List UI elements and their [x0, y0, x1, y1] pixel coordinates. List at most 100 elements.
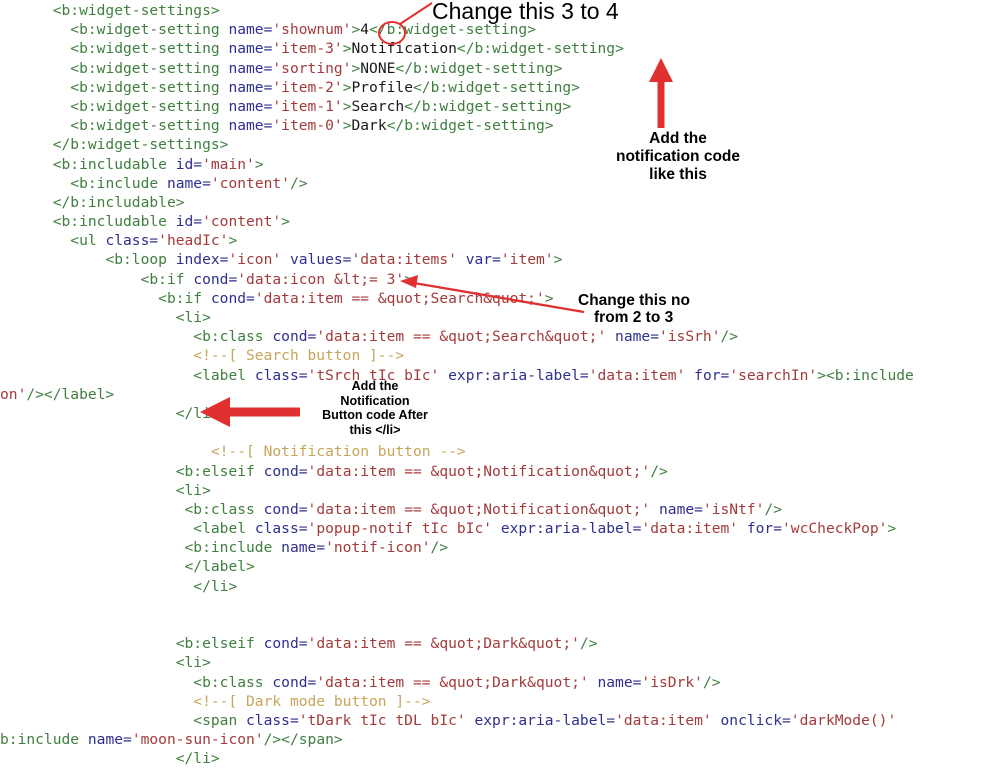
code-token-tag: /> — [764, 500, 783, 518]
code-token-tag: > — [281, 213, 290, 231]
code-token-attr: class= — [254, 520, 308, 538]
code-token-tag: <b:class — [193, 328, 273, 346]
code-line: <b:elseif cond='data:item == &quot;Notif… — [0, 462, 988, 481]
code-line: <b:widget-setting name='item-2'>Profile<… — [0, 78, 988, 97]
code-token-txt: 4 — [360, 21, 370, 39]
code-token-attr: name= — [228, 40, 273, 58]
code-token-attr: name= — [166, 174, 211, 192]
code-line: <li> — [0, 481, 988, 500]
code-token-tag: > — [254, 155, 264, 173]
code-token-val: 'item-1' — [272, 97, 343, 115]
code-token-attr: name= — [615, 328, 659, 346]
code-token-txt: Search — [351, 97, 405, 115]
code-token-attr: name= — [228, 117, 273, 135]
code-line: <b:class cond='data:item == &quot;Dark&q… — [0, 673, 988, 692]
code-token-tag: <b:widget-setting — [70, 97, 229, 115]
code-token-attr: cond= — [263, 500, 308, 518]
code-token-val: 'item-0' — [272, 117, 343, 135]
code-token-val: 'data:icon &lt;= 3' — [237, 270, 405, 288]
code-line: <b:includable id='main'> — [0, 155, 988, 174]
code-line: <!--[ Notification button --> — [0, 442, 988, 461]
code-token-attr: for= — [694, 366, 730, 384]
code-token-val: 'searchIn' — [729, 366, 818, 384]
code-token-val: 'tSrch tIc bIc' — [307, 366, 449, 384]
code-token-tag: > — [228, 232, 238, 250]
code-token-tag: <b:elseif — [175, 635, 264, 653]
code-token-tag: /> — [430, 539, 449, 557]
code-token-tag: > — [351, 59, 361, 77]
code-token-tag: <b:class — [175, 500, 264, 518]
code-token-tag: <span — [193, 711, 247, 729]
code-token-val: 'isSrh' — [658, 328, 721, 346]
code-token-tag: </b:widget-setting> — [456, 40, 624, 58]
code-line: </li> — [0, 404, 988, 423]
code-line: <b:if cond='data:icon &lt;= 3'> — [0, 270, 988, 289]
code-line: <b:widget-setting name='item-0'>Dark</b:… — [0, 116, 988, 135]
code-token-tag: <b:widget-setting — [70, 117, 229, 135]
code-token-attr: id= — [175, 213, 203, 231]
code-line: <b:class cond='data:item == &quot;Notifi… — [0, 500, 988, 519]
code-token-attr: expr:aria-label= — [500, 520, 642, 538]
code-token-tag: <b:widget-setting — [70, 21, 229, 39]
code-token-attr: name= — [281, 539, 326, 557]
code-token-txt: Dark — [351, 117, 387, 135]
code-token-tag: /></label> — [26, 385, 115, 403]
code-token-val: 'data:item == &quot;Dark&quot;' — [316, 673, 598, 691]
code-token-val: 'darkMode()' — [790, 711, 897, 729]
code-line: <label class='tSrch tIc bIc' expr:aria-l… — [0, 366, 988, 385]
code-line: <span class='tDark tIc tDL bIc' expr:ari… — [0, 711, 988, 730]
code-token-tag: </b:includable> — [52, 193, 185, 211]
code-line: <ul class='headIc'> — [0, 231, 988, 250]
code-token-tag: <b:widget-setting — [70, 59, 229, 77]
code-line: <b:widget-setting name='item-3'>Notifica… — [0, 39, 988, 58]
code-token-tag: </b:widget-setting> — [404, 97, 572, 115]
code-token-tag: </b:widget-setting> — [386, 117, 554, 135]
code-token-attr: cond= — [272, 673, 317, 691]
code-line: b:include name='moon-sun-icon'/></span> — [0, 730, 988, 749]
code-token-cmt: <!--[ Search button ]--> — [193, 347, 405, 365]
code-token-val: 'sorting' — [272, 59, 352, 77]
code-token-val: 'content' — [202, 213, 282, 231]
code-token-val: 'shownum' — [272, 21, 352, 39]
code-line: <b:widget-setting name='sorting'>NONE</b… — [0, 59, 988, 78]
code-token-tag: <b:loop — [105, 251, 176, 269]
code-token-tag: <b:includable — [52, 155, 176, 173]
code-token-attr: name= — [597, 673, 642, 691]
code-token-tag: <b:if — [140, 270, 194, 288]
code-token-val: 'isDrk' — [641, 673, 703, 691]
code-token-tag: > — [887, 520, 897, 538]
code-token-val: 'moon-sun-icon' — [131, 731, 264, 749]
code-token-txt: Notification — [351, 40, 457, 58]
code-token-attr: class= — [105, 232, 159, 250]
code-token-attr: name= — [228, 78, 273, 96]
code-token-val: 'wcCheckPop' — [782, 520, 888, 538]
code-token-val: 'data:item == &quot;Notification&quot;' — [307, 500, 659, 518]
code-token-attr: name= — [659, 500, 703, 518]
code-line: <!--[ Dark mode button ]--> — [0, 692, 988, 711]
code-line: </b:widget-settings> — [0, 135, 988, 154]
code-token-val: 'data:item == &quot;Notification&quot;' — [307, 462, 651, 480]
code-token-val: 'headIc' — [158, 232, 229, 250]
code-token-val: 'tDark tIc tDL bIc' — [298, 711, 475, 729]
code-token-attr: index= — [175, 251, 229, 269]
code-line: <b:include name='notif-icon'/> — [0, 538, 988, 557]
code-token-tag: </label> — [175, 558, 255, 576]
code-token-val: 'data:item == &quot;Search&quot;' — [254, 289, 545, 307]
code-token-tag: </b:widget-setting> — [395, 59, 563, 77]
code-token-tag: <li> — [175, 654, 211, 672]
code-token-tag: > — [553, 251, 563, 269]
code-token-tag: <li> — [175, 309, 211, 326]
code-token-tag: <ul — [70, 232, 106, 250]
code-token-tag: <b:elseif — [175, 462, 264, 480]
code-token-tag: </b:widget-setting> — [369, 21, 536, 39]
code-token-tag: b:include — [0, 731, 88, 749]
code-token-val: 'data:items' — [351, 251, 466, 269]
code-token-attr: onclick= — [720, 711, 791, 729]
code-token-tag: /> — [289, 174, 308, 192]
code-line: </b:includable> — [0, 193, 988, 212]
code-line: <b:if cond='data:item == &quot;Search&qu… — [0, 289, 988, 308]
code-token-tag: /> — [650, 462, 668, 480]
